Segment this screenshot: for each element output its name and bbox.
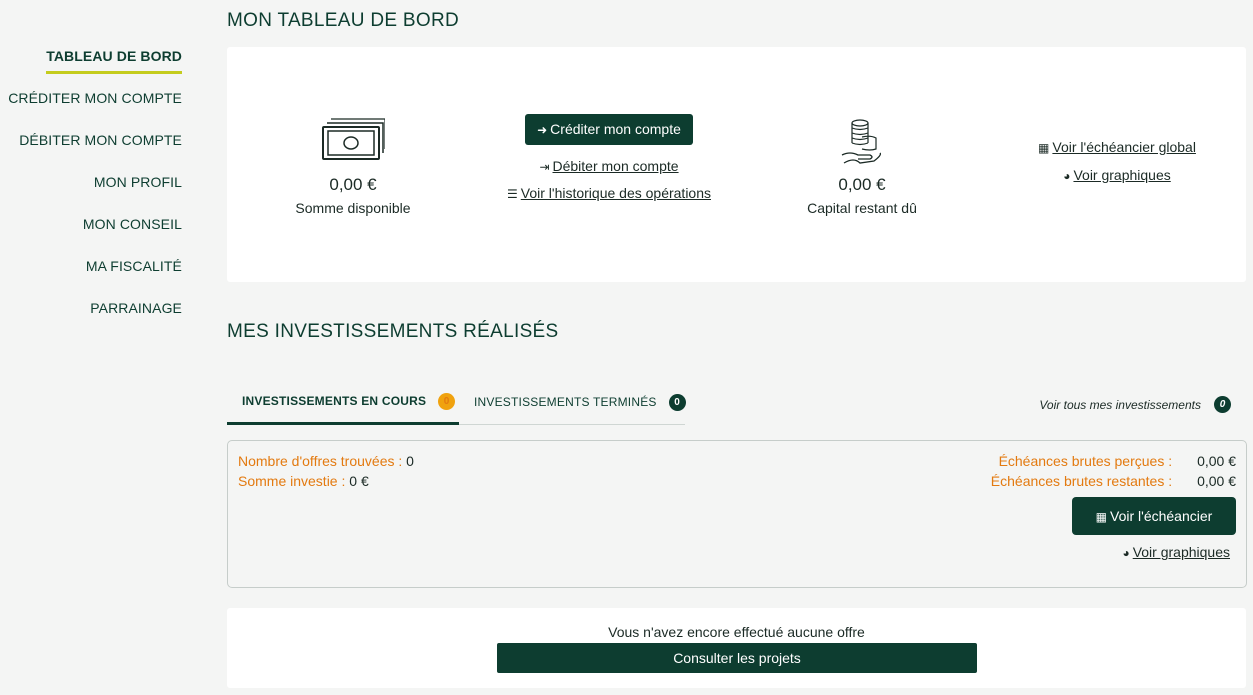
available-amount: 0,00 € [329, 175, 377, 194]
investment-tabs: INVESTISSEMENTS EN COURS 0 INVESTISSEMEN… [227, 380, 686, 425]
schedule-links: ▦ Voir l'échéancier global ◕ Voir graphiqu… [1017, 139, 1217, 185]
invested-amount: Somme investie : 0 € [238, 473, 369, 489]
sidebar-item-profil[interactable]: MON PROFIL [0, 166, 182, 208]
banknotes-icon [273, 117, 433, 163]
remaining-payments: Échéances brutes restantes : 0,00 € [990, 473, 1236, 489]
dashboard-card: 0,00 € Somme disponible ➜ Créditer mon co… [227, 47, 1246, 282]
calendar-icon: ▦ [1038, 141, 1050, 155]
tab-investments-finished[interactable]: INVESTISSEMENTS TERMINÉS 0 [474, 380, 686, 424]
sign-in-icon: ➜ [537, 123, 548, 137]
page-title: MON TABLEAU DE BORD [227, 10, 459, 31]
investments-title: MES INVESTISSEMENTS RÉALISÉS [227, 321, 559, 342]
sidebar-item-tableau-de-bord[interactable]: TABLEAU DE BORD [0, 40, 182, 82]
see-all-investments-link[interactable]: Voir tous mes investissements 0 [1039, 396, 1231, 413]
capital-amount: 0,00 € [838, 175, 886, 194]
received-payments: Échéances brutes perçues : 0,00 € [998, 453, 1236, 469]
coins-hand-icon [782, 117, 942, 165]
sidebar-item-conseil[interactable]: MON CONSEIL [0, 208, 182, 250]
pie-chart-icon: ◕ [1122, 546, 1130, 560]
available-label: Somme disponible [295, 200, 411, 216]
global-schedule-link[interactable]: ▦ Voir l'échéancier global [1038, 139, 1196, 155]
debit-account-link[interactable]: ⇥ Débiter mon compte [539, 158, 678, 174]
sidebar-item-crediter[interactable]: CRÉDITER MON COMPTE [0, 82, 182, 124]
investments-graphs-link[interactable]: ◕ Voir graphiques [1122, 544, 1230, 560]
pie-chart-icon: ◕ [1063, 169, 1071, 183]
account-actions: ➜ Créditer mon compte ⇥ Débiter mon compte… [489, 114, 729, 203]
sign-out-icon: ⇥ [539, 160, 550, 174]
sidebar-item-parrainage[interactable]: PARRAINAGE [0, 292, 182, 334]
credit-account-button[interactable]: ➜ Créditer mon compte [525, 114, 693, 145]
empty-state-card: Vous n'avez encore effectué aucune offre… [227, 608, 1246, 688]
investment-summary: Nombre d'offres trouvées : 0 Somme inves… [227, 440, 1247, 588]
sidebar-item-fiscalite[interactable]: MA FISCALITÉ [0, 250, 182, 292]
capital-label: Capital restant dû [807, 200, 917, 216]
graphs-link[interactable]: ◕ Voir graphiques [1063, 167, 1171, 183]
sidebar: TABLEAU DE BORD CRÉDITER MON COMPTE DÉBI… [0, 40, 182, 334]
count-badge: 0 [1214, 396, 1231, 413]
tab-investments-in-progress[interactable]: INVESTISSEMENTS EN COURS 0 [227, 380, 459, 425]
browse-projects-button[interactable]: Consulter les projets [497, 643, 977, 673]
view-schedule-button[interactable]: ▦ Voir l'échéancier [1072, 497, 1236, 535]
list-icon: ☰ [507, 187, 518, 201]
calendar-icon: ▦ [1095, 510, 1108, 524]
available-balance: 0,00 € Somme disponible [273, 117, 433, 216]
history-link[interactable]: ☰ Voir l'historique des opérations [507, 185, 711, 201]
count-badge: 0 [668, 393, 686, 411]
count-badge: 0 [438, 392, 456, 410]
remaining-capital: 0,00 € Capital restant dû [782, 117, 942, 216]
empty-message: Vous n'avez encore effectué aucune offre [608, 624, 865, 640]
sidebar-item-debiter[interactable]: DÉBITER MON COMPTE [0, 124, 182, 166]
offers-found: Nombre d'offres trouvées : 0 [238, 453, 414, 469]
